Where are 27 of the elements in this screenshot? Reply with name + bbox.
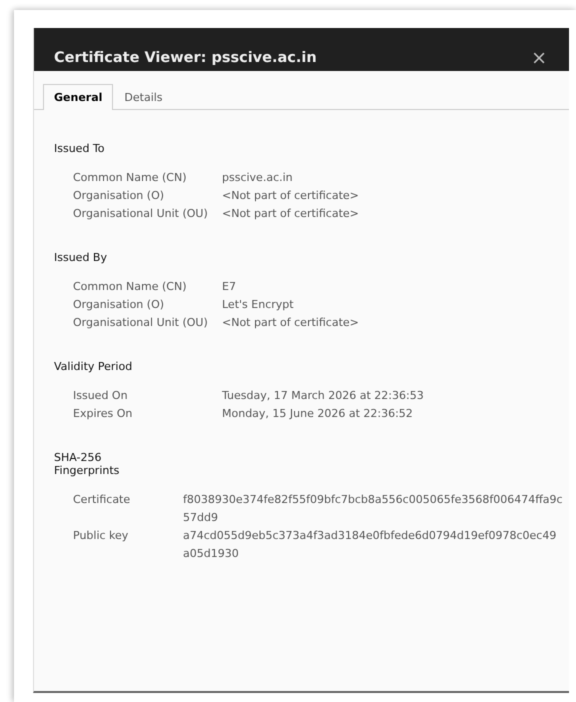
field-value: <Not part of certificate>	[222, 188, 360, 204]
field-value: Tuesday, 17 March 2026 at 22:36:53	[222, 388, 425, 404]
field-label: Common Name (CN)	[73, 279, 188, 295]
section-heading: Validity Period	[54, 360, 134, 373]
field-label: Issued On	[73, 388, 129, 404]
field-value: psscive.ac.in	[222, 170, 294, 186]
field-label: Certificate	[73, 492, 132, 508]
tab[interactable]: General	[43, 84, 114, 110]
field-value: <Not part of certificate>	[222, 206, 360, 222]
field-label: Organisation (O)	[73, 188, 166, 204]
field-label: Organisation (O)	[73, 297, 166, 313]
field-label: Organisational Unit (OU)	[73, 206, 209, 222]
field-label: Organisational Unit (OU)	[73, 315, 209, 331]
field-label: Expires On	[73, 406, 134, 422]
close-button[interactable]: ×	[527, 47, 551, 69]
field-value: E7	[222, 279, 237, 295]
field-value: <Not part of certificate>	[222, 315, 360, 331]
tab[interactable]: Details	[113, 84, 174, 110]
field-value: Let's Encrypt	[222, 297, 295, 313]
section-heading: Issued To	[54, 142, 106, 155]
field-label: Common Name (CN)	[73, 170, 188, 186]
section-heading: Issued By	[54, 251, 108, 264]
window-title: Certificate Viewer: psscive.ac.in	[54, 49, 317, 68]
fingerprint-value: a74cd055d9eb5c373a4f3ad3184e0fbfede6d0794d19ef0978c0ec49a05d1930	[183, 528, 558, 562]
field-value: Monday, 15 June 2026 at 22:36:52	[222, 406, 414, 422]
section-heading: SHA-256 Fingerprints	[54, 451, 120, 477]
field-label: Public key	[73, 528, 130, 544]
